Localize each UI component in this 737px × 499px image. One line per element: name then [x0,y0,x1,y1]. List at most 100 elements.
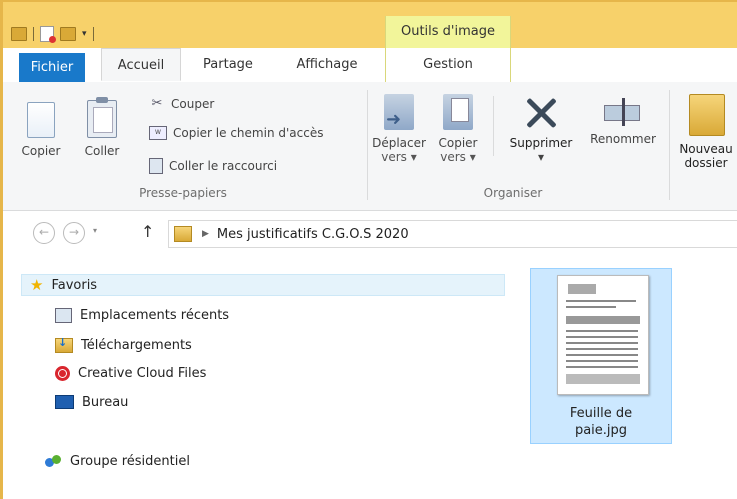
group-label-organiser: Organiser [483,186,543,200]
recent-places-icon [55,307,72,323]
copy-button[interactable]: Copier [21,94,61,158]
rename-button[interactable]: Renommer [583,94,663,146]
breadcrumb-chevron-icon[interactable]: ▶ [202,229,209,239]
group-separator [669,90,670,200]
ribbon-tabs: Fichier Accueil Partage Affichage Gestio… [3,48,737,83]
tab-accueil[interactable]: Accueil [101,48,181,81]
file-name-line1: Feuille de [569,406,633,421]
nav-item-favoris[interactable]: ★ Favoris [21,274,505,296]
paste-label: Coller [84,144,120,158]
copy-to-button[interactable]: Copier vers ▾ [433,94,483,164]
separator [33,27,34,41]
nav-item-creative-cloud[interactable]: Creative Cloud Files [55,362,206,384]
cut-label: Couper [171,96,215,111]
new-folder-sublabel: dossier [684,156,728,170]
nav-item-telechargements[interactable]: Téléchargements [55,334,192,356]
paste-shortcut-icon [149,158,163,174]
file-name-line2: paie.jpg [574,423,628,438]
nav-item-label: Creative Cloud Files [78,365,207,381]
scissors-icon: ✂ [151,96,163,111]
move-to-sublabel: vers ▾ [381,150,417,164]
paste-button[interactable]: Coller [81,94,123,158]
back-button[interactable]: ← [33,222,55,244]
creative-cloud-icon [55,365,70,381]
recent-locations-arrow-icon[interactable]: ▾ [93,226,97,235]
file-name: Feuille de paie.jpg [535,405,667,439]
copy-icon [22,98,55,138]
thumbnail-detail [566,306,616,308]
ribbon: Copier Coller ✂ Couper W Copier le chemi… [3,82,737,211]
properties-icon[interactable] [40,26,56,43]
folder-icon [174,226,192,242]
paste-shortcut-label: Coller le raccourci [169,159,278,173]
rename-label: Renommer [590,132,656,146]
copy-to-label: Copier [438,136,478,150]
title-bar: ▾ [3,2,737,48]
clipboard-icon [87,97,117,138]
tab-fichier[interactable]: Fichier [19,53,85,82]
breadcrumb-path[interactable]: Mes justificatifs C.G.O.S 2020 [217,227,409,242]
thumbnail-detail [566,316,640,324]
group-separator [367,90,368,200]
star-icon: ★ [30,276,44,294]
tab-affichage[interactable]: Affichage [287,48,367,82]
new-folder-label: Nouveau [679,142,733,156]
quick-access-toolbar: ▾ [11,26,94,43]
address-bar-row: ← → ▾ ↑ ▶ Mes justificatifs C.G.O.S 2020 [3,218,737,248]
context-tab-outils-image: Outils d'image [385,16,511,48]
delete-x-icon [523,94,559,130]
file-list: Feuille de paie.jpg [510,248,737,499]
up-button[interactable]: ↑ [141,222,154,241]
forward-button[interactable]: → [63,222,85,244]
new-folder-icon [689,94,725,136]
thumbnail-detail [566,330,638,332]
nav-item-label: Groupe résidentiel [70,453,190,469]
thumbnail-detail [566,354,638,356]
downloads-folder-icon [55,336,73,353]
desktop-icon [55,395,74,409]
rename-icon [604,98,642,126]
tab-gestion[interactable]: Gestion [385,48,511,82]
nav-item-label: Emplacements récents [80,307,230,323]
copy-to-icon [443,94,473,130]
folder-icon[interactable] [11,27,27,41]
cut-button[interactable]: ✂ Couper [149,96,215,111]
file-item[interactable]: Feuille de paie.jpg [530,268,672,444]
new-folder-button[interactable]: Nouveau dossier [675,94,737,170]
delete-dropdown-arrow-icon: ▾ [537,150,545,164]
paste-shortcut-button[interactable]: Coller le raccourci [149,158,277,174]
copy-path-label: Copier le chemin d'accès [173,126,324,140]
nav-item-bureau[interactable]: Bureau [55,391,128,413]
navigation-pane: ★ Favoris Emplacements récents Télécharg… [3,258,508,499]
new-folder-icon[interactable] [60,27,76,41]
thumbnail-detail [566,374,640,384]
thumbnail-detail [566,366,638,368]
nav-item-label: Favoris [51,277,98,293]
thumbnail-detail [568,284,596,294]
group-label-presse-papiers: Presse-papiers [139,186,227,200]
copy-path-icon: W [149,126,167,140]
homegroup-icon [45,454,62,469]
thumbnail-detail [566,336,638,338]
image-thumbnail [557,275,649,395]
thumbnail-detail [566,300,636,302]
tab-partage[interactable]: Partage [193,48,263,82]
copy-to-sublabel: vers ▾ [440,150,476,164]
separator [493,96,494,156]
nav-item-label: Bureau [82,394,129,410]
copy-path-button[interactable]: W Copier le chemin d'accès [149,126,323,140]
nav-item-groupe-residentiel[interactable]: Groupe résidentiel [45,450,190,472]
copy-label: Copier [21,144,61,158]
customize-toolbar-arrow-icon[interactable]: ▾ [82,29,87,39]
delete-button[interactable]: Supprimer ▾ [501,94,581,164]
delete-label: Supprimer [509,136,573,150]
thumbnail-detail [566,360,638,362]
move-to-button[interactable]: Déplacervers ▾ [369,94,429,164]
thumbnail-detail [566,342,638,344]
thumbnail-detail [566,348,638,350]
address-field[interactable]: ▶ Mes justificatifs C.G.O.S 2020 [168,220,737,248]
nav-item-label: Téléchargements [81,337,192,353]
nav-item-emplacements-recents[interactable]: Emplacements récents [55,304,229,326]
move-to-label: Déplacer [372,136,426,150]
move-to-icon [384,94,414,130]
